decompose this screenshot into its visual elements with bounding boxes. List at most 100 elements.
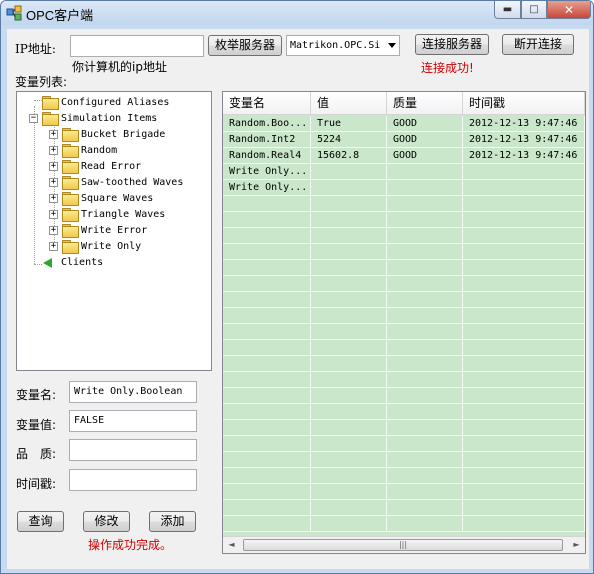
table-cell[interactable] [311,244,387,260]
query-button[interactable]: 查询 [17,511,64,532]
table-cell[interactable] [387,324,463,340]
table-cell[interactable] [311,452,387,468]
maximize-button[interactable]: □ [521,1,547,19]
table-cell[interactable] [311,260,387,276]
table-cell[interactable] [463,484,585,500]
table-cell[interactable] [311,484,387,500]
tree-node[interactable]: Clients [29,254,103,270]
variable-tree[interactable]: Configured Aliases − Simulation Items + Buck… [16,91,212,371]
expand-icon[interactable]: + [49,129,58,139]
table-cell[interactable] [311,388,387,404]
variable-name-field[interactable]: Write Only.Boolean [69,381,197,403]
table-cell[interactable] [223,356,311,372]
table-cell[interactable]: Write Only... [223,164,311,180]
table-cell[interactable] [387,420,463,436]
table-cell[interactable] [311,340,387,356]
table-cell[interactable] [223,388,311,404]
tree-node[interactable]: + Read Error [49,158,141,174]
table-cell[interactable]: Write Only... [223,180,311,196]
table-cell[interactable] [223,228,311,244]
tree-node[interactable]: + Write Error [49,222,147,238]
column-header-timestamp[interactable]: 时间戳 [463,92,585,115]
table-row[interactable]: Random.Int2 5224 GOOD 2012-12-13 9:47:46 [223,132,585,148]
table-cell[interactable] [463,420,585,436]
horizontal-scrollbar[interactable]: ◄ ||| ► [223,536,585,553]
expand-icon[interactable]: + [49,161,58,171]
table-row[interactable] [223,228,585,244]
table-cell[interactable] [311,372,387,388]
table-cell[interactable] [463,324,585,340]
table-cell[interactable] [463,292,585,308]
close-button[interactable]: ✕ [547,1,591,19]
modify-button[interactable]: 修改 [83,511,130,532]
scroll-thumb[interactable]: ||| [243,539,563,551]
table-cell[interactable] [311,356,387,372]
table-cell[interactable] [223,420,311,436]
tree-node[interactable]: + Bucket Brigade [49,126,165,142]
table-cell[interactable] [311,420,387,436]
table-cell[interactable] [463,308,585,324]
table-cell[interactable] [387,340,463,356]
table-cell[interactable]: 2012-12-13 9:47:46 [463,132,585,148]
table-cell[interactable] [223,260,311,276]
table-row[interactable] [223,388,585,404]
table-row[interactable]: Write Only... [223,164,585,180]
table-cell[interactable] [387,516,463,532]
table-cell[interactable] [223,468,311,484]
table-cell[interactable] [463,196,585,212]
table-row[interactable]: Write Only... [223,180,585,196]
table-cell[interactable]: 5224 [311,132,387,148]
collapse-icon[interactable]: − [29,113,38,123]
connect-server-button[interactable]: 连接服务器 [415,34,489,55]
table-row[interactable] [223,404,585,420]
table-cell[interactable] [223,292,311,308]
table-cell[interactable] [387,180,463,196]
tree-node[interactable]: + Random [49,142,117,158]
table-cell[interactable] [223,372,311,388]
table-cell[interactable] [223,404,311,420]
table-cell[interactable] [463,468,585,484]
table-cell[interactable] [463,340,585,356]
add-button[interactable]: 添加 [149,511,196,532]
table-cell[interactable] [311,468,387,484]
table-row[interactable] [223,420,585,436]
title-bar[interactable]: OPC客户端 ▬ □ ✕ [1,1,593,25]
table-cell[interactable] [311,228,387,244]
variable-grid[interactable]: 变量名 值 质量 时间戳 Random.Boo... True GOOD 2012-1… [222,91,586,554]
tree-node[interactable]: + Saw-toothed Waves [49,174,183,190]
table-cell[interactable] [311,196,387,212]
table-cell[interactable] [387,308,463,324]
minimize-button[interactable]: ▬ [494,1,521,19]
column-header-value[interactable]: 值 [311,92,387,115]
table-row[interactable] [223,212,585,228]
table-cell[interactable] [463,260,585,276]
table-row[interactable] [223,436,585,452]
expand-icon[interactable]: + [49,145,58,155]
disconnect-button[interactable]: 断开连接 [502,34,574,55]
table-cell[interactable] [387,484,463,500]
table-cell[interactable] [387,388,463,404]
variable-value-field[interactable]: FALSE [69,410,197,432]
table-cell[interactable] [223,324,311,340]
table-cell[interactable] [463,516,585,532]
table-cell[interactable] [387,260,463,276]
table-cell[interactable]: 15602.8 [311,148,387,164]
table-cell[interactable] [223,436,311,452]
table-cell[interactable] [387,452,463,468]
table-cell[interactable]: 2012-12-13 9:47:46 [463,116,585,132]
table-cell[interactable] [387,436,463,452]
table-cell[interactable] [311,276,387,292]
table-cell[interactable] [387,372,463,388]
column-header-quality[interactable]: 质量 [387,92,463,115]
table-cell[interactable] [311,500,387,516]
table-row[interactable] [223,452,585,468]
expand-icon[interactable]: + [49,225,58,235]
tree-node[interactable]: + Square Waves [49,190,153,206]
table-cell[interactable] [387,164,463,180]
table-cell[interactable] [387,500,463,516]
enum-servers-button[interactable]: 枚举服务器 [208,35,282,56]
table-cell[interactable] [223,516,311,532]
table-cell[interactable] [463,500,585,516]
table-cell[interactable] [223,452,311,468]
table-cell[interactable] [311,324,387,340]
